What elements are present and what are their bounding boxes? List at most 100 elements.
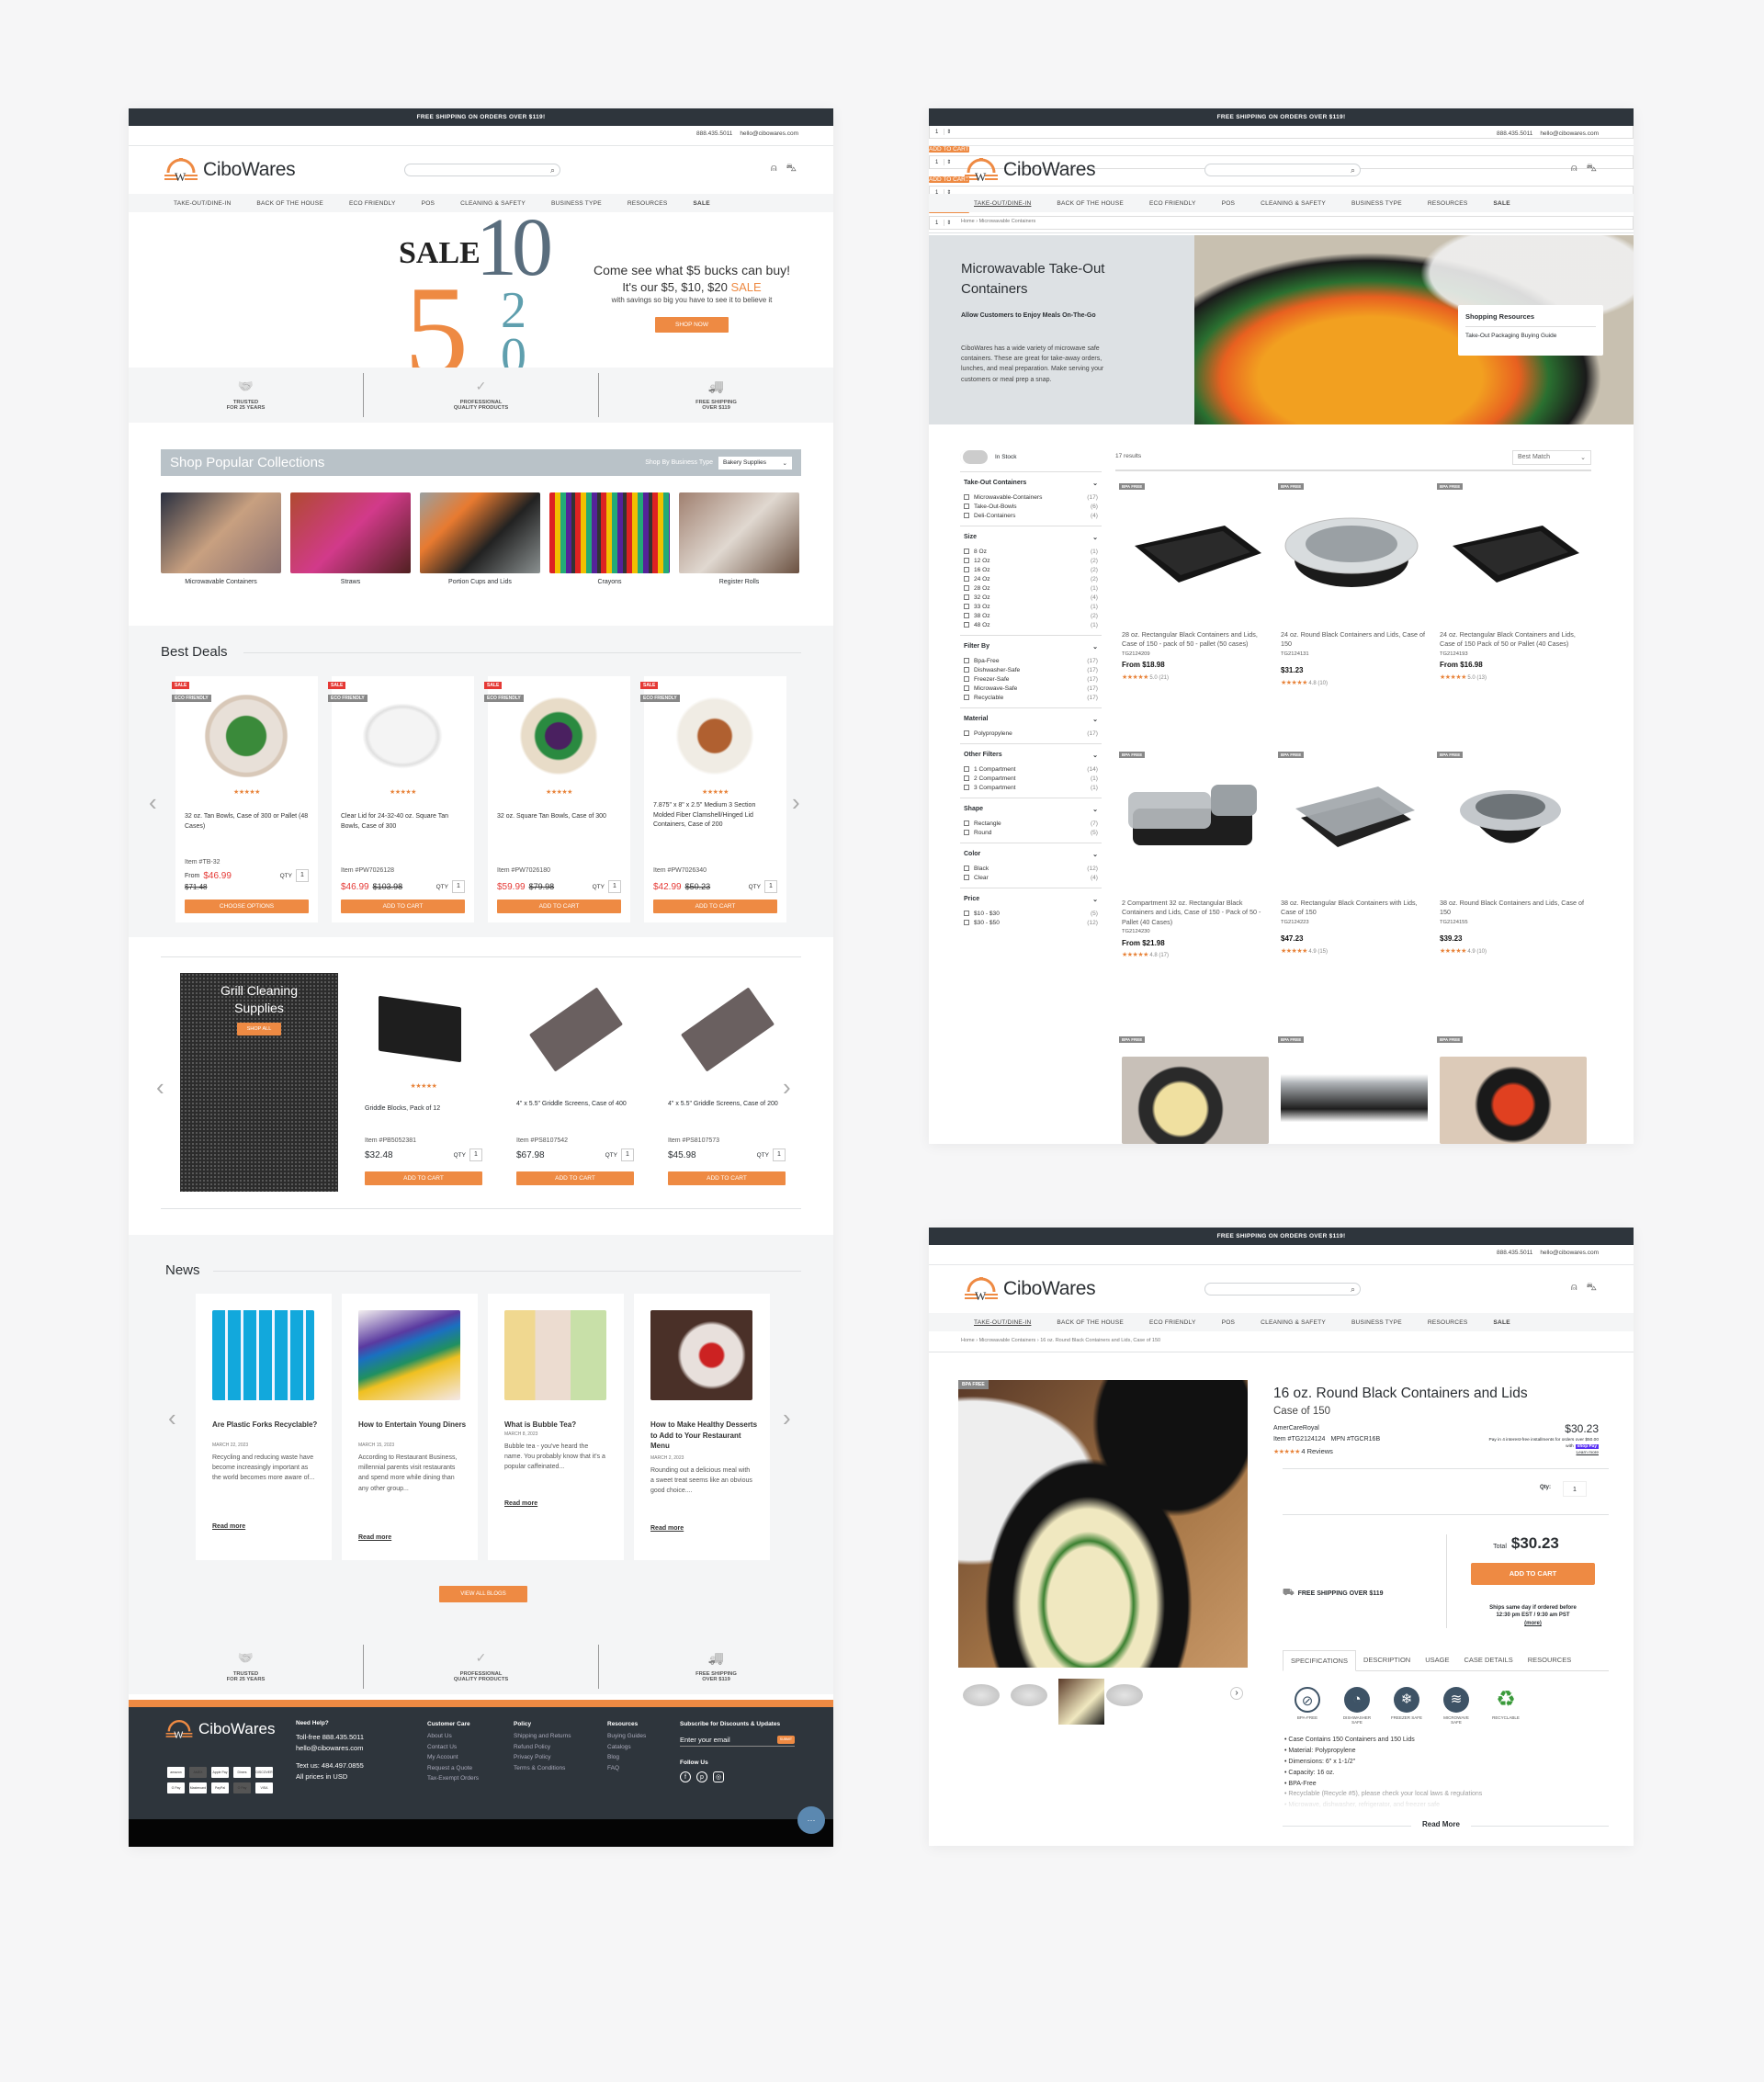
- product-image[interactable]: [664, 695, 765, 777]
- facebook-icon[interactable]: f: [680, 1771, 691, 1783]
- nav-item[interactable]: POS: [1222, 200, 1236, 207]
- qty-input[interactable]: 1: [469, 1148, 482, 1161]
- checkbox[interactable]: [964, 675, 969, 682]
- add-to-cart-button[interactable]: ADD TO CART: [668, 1171, 786, 1185]
- product-image[interactable]: [1442, 509, 1579, 596]
- shop-all-button[interactable]: SHOP ALL: [237, 1022, 281, 1035]
- grill-promo-banner[interactable]: Grill Cleaning Supplies SHOP ALL: [180, 973, 338, 1192]
- filter-group-header[interactable]: Color ⌄: [960, 843, 1102, 864]
- product-brand[interactable]: AmerCareRoyal: [1273, 1425, 1319, 1431]
- add-to-cart-button[interactable]: ADD TO CART: [516, 1171, 634, 1185]
- footer-link[interactable]: Blog: [607, 1752, 646, 1762]
- filter-option[interactable]: 28 Oz (1): [960, 583, 1102, 593]
- filter-option[interactable]: 3 Compartment (1): [960, 783, 1102, 792]
- logo[interactable]: W CiboWares: [163, 156, 296, 184]
- shop-now-button[interactable]: SHOP NOW: [655, 317, 729, 333]
- checkbox[interactable]: [964, 621, 969, 628]
- footer-link[interactable]: About Us: [427, 1731, 479, 1741]
- product-image[interactable]: [1124, 772, 1261, 859]
- checkbox[interactable]: [964, 874, 969, 880]
- product-image[interactable]: [1281, 1057, 1428, 1144]
- checkbox[interactable]: [964, 557, 969, 563]
- carousel-next-icon[interactable]: ›: [792, 788, 800, 817]
- qty-input[interactable]: 1: [773, 1148, 786, 1161]
- product-name[interactable]: 28 oz. Rectangular Black Containers and …: [1122, 630, 1269, 650]
- carousel-prev-icon[interactable]: ‹: [149, 788, 157, 817]
- pinterest-icon[interactable]: p: [696, 1771, 707, 1783]
- filter-option[interactable]: 38 Oz (2): [960, 611, 1102, 620]
- footer-link[interactable]: Request a Quote: [427, 1763, 479, 1773]
- filter-group-header[interactable]: Price ⌄: [960, 888, 1102, 909]
- read-more-link[interactable]: Read more: [212, 1523, 245, 1530]
- add-to-cart-button[interactable]: ADD TO CART: [1471, 1563, 1595, 1585]
- news-headline[interactable]: How to Make Healthy Desserts to Add to Y…: [650, 1420, 759, 1452]
- nav-item[interactable]: CLEANING & SAFETY: [460, 200, 526, 207]
- product-name[interactable]: 38 oz. Round Black Containers and Lids, …: [1440, 899, 1587, 918]
- collection-image[interactable]: [420, 492, 540, 573]
- filter-option[interactable]: 24 Oz (2): [960, 574, 1102, 583]
- news-image[interactable]: [358, 1310, 460, 1400]
- footer-link[interactable]: FAQ: [607, 1763, 646, 1773]
- nav-item[interactable]: TAKE-OUT/DINE-IN: [974, 200, 1031, 207]
- instagram-icon[interactable]: ◎: [713, 1771, 724, 1783]
- add-to-cart-button[interactable]: ADD TO CART: [365, 1171, 482, 1185]
- nav-item[interactable]: SALE: [1493, 200, 1510, 207]
- add-to-cart-button[interactable]: ADD TO CART: [341, 900, 465, 913]
- filter-option[interactable]: Take-Out-Bowls (6): [960, 502, 1102, 511]
- footer-link[interactable]: Contact Us: [427, 1742, 479, 1752]
- filter-group-header[interactable]: Other Filters ⌄: [960, 743, 1102, 764]
- checkbox[interactable]: [964, 512, 969, 518]
- filter-group-header[interactable]: Material ⌄: [960, 707, 1102, 729]
- nav-item[interactable]: TAKE-OUT/DINE-IN: [974, 1319, 1031, 1326]
- filter-option[interactable]: Freezer-Safe (17): [960, 674, 1102, 684]
- toggle-switch[interactable]: [960, 450, 988, 464]
- filter-option[interactable]: Black (12): [960, 864, 1102, 873]
- filter-option[interactable]: 2 Compartment (1): [960, 774, 1102, 783]
- checkbox[interactable]: [964, 919, 969, 925]
- phone-link[interactable]: 888.435.5011: [1497, 1250, 1532, 1256]
- nav-item[interactable]: SALE: [693, 200, 709, 207]
- checkbox[interactable]: [964, 730, 969, 736]
- nav-item[interactable]: ECO FRIENDLY: [1149, 1319, 1196, 1326]
- filter-option[interactable]: Clear (4): [960, 873, 1102, 882]
- search-icon[interactable]: ⌕: [1351, 165, 1355, 175]
- footer-link[interactable]: Catalogs: [607, 1742, 646, 1752]
- collection-image[interactable]: [290, 492, 411, 573]
- checkbox[interactable]: [964, 657, 969, 663]
- tab-specifications[interactable]: SPECIFICATIONS: [1283, 1650, 1356, 1671]
- in-stock-toggle[interactable]: In Stock: [960, 450, 1102, 464]
- footer-logo[interactable]: W CiboWares: [164, 1718, 275, 1740]
- carousel-next-icon[interactable]: ›: [783, 1073, 791, 1102]
- read-more-button[interactable]: Read More: [1411, 1820, 1471, 1828]
- hero-banner[interactable]: SALE 10 5 20 Come see what $5 bucks can buy!…: [129, 212, 833, 368]
- product-image[interactable]: [1283, 772, 1420, 859]
- tollfree-phone[interactable]: Toll-free 888.435.5011: [296, 1732, 364, 1743]
- stepper-arrows-icon[interactable]: ⇕: [944, 159, 953, 165]
- nav-item[interactable]: BACK OF THE HOUSE: [256, 200, 323, 207]
- read-more-link[interactable]: Read more: [358, 1534, 391, 1541]
- checkbox[interactable]: [964, 685, 969, 691]
- product-image[interactable]: [1283, 509, 1420, 596]
- filter-option[interactable]: Deli-Containers (4): [960, 511, 1102, 520]
- buying-guide-link[interactable]: Take-Out Packaging Buying Guide: [1465, 333, 1596, 339]
- product-name[interactable]: 4" x 5.5" Griddle Screens, Case of 200: [668, 1099, 786, 1109]
- checkbox[interactable]: [964, 548, 969, 554]
- filter-group-header[interactable]: Take-Out Containers ⌄: [960, 471, 1102, 492]
- filter-option[interactable]: 1 Compartment (14): [960, 764, 1102, 774]
- footer-link[interactable]: My Account: [427, 1752, 479, 1762]
- collection-image[interactable]: [679, 492, 799, 573]
- user-icon[interactable]: ⍝: [1571, 1282, 1577, 1295]
- read-more-link[interactable]: Read more: [504, 1500, 537, 1507]
- news-headline[interactable]: Are Plastic Forks Recyclable?: [212, 1420, 321, 1431]
- thumbnail-next-icon[interactable]: ›: [1230, 1687, 1243, 1700]
- email-link[interactable]: hello@cibowares.com: [1540, 130, 1599, 137]
- filter-option[interactable]: Dishwasher-Safe (17): [960, 665, 1102, 674]
- footer-link[interactable]: Tax-Exempt Orders: [427, 1773, 479, 1783]
- qty-input[interactable]: 1: [1563, 1481, 1587, 1497]
- nav-item[interactable]: RESOURCES: [1428, 200, 1468, 207]
- product-name[interactable]: Clear Lid for 24-32-40 oz. Square Tan Bo…: [341, 812, 465, 832]
- nav-item[interactable]: SALE: [1493, 1319, 1510, 1326]
- checkbox[interactable]: [964, 775, 969, 781]
- product-name[interactable]: 24 oz. Rectangular Black Containers and …: [1440, 630, 1587, 650]
- product-name[interactable]: 7.875" x 8" x 2.5" Medium 3 Section Mold…: [653, 801, 777, 831]
